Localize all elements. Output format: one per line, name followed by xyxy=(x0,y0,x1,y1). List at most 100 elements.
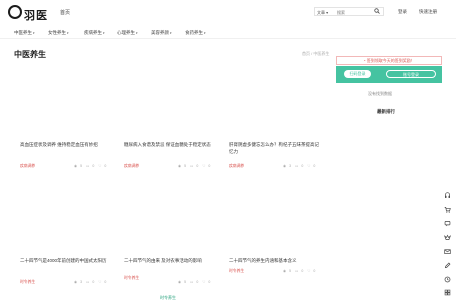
service-icon[interactable] xyxy=(444,192,451,199)
like-count: 0 xyxy=(104,164,107,168)
cart-icon[interactable] xyxy=(444,206,451,213)
ranking-title: 最新排行 xyxy=(377,109,395,114)
article-title[interactable]: 二十四节气的由来 及对农事活动的影响 xyxy=(124,257,214,264)
like-count: 0 xyxy=(313,164,316,168)
edit-icon[interactable] xyxy=(444,262,451,269)
eye-icon: ◉ xyxy=(74,280,78,284)
home-link[interactable]: 首页 xyxy=(60,9,70,16)
breadcrumb[interactable]: 首页 / 中医养生 xyxy=(302,51,329,57)
nav-label: 女性养生 xyxy=(48,30,66,35)
view-count: 5 xyxy=(289,269,292,273)
view-count: 3 xyxy=(80,280,83,284)
no-data-text: 没有找到数据 xyxy=(368,91,392,96)
like-count: 0 xyxy=(208,280,211,284)
signin-notice-text: 签到领取今天的签到奖励！ xyxy=(366,58,415,63)
nav-label: 心理养生 xyxy=(117,30,135,35)
nav-item-mind[interactable]: 心理养生▾ xyxy=(117,30,138,36)
view-count: 5 xyxy=(184,164,187,168)
comment-count: 0 xyxy=(92,164,95,168)
page-title: 中医养生 xyxy=(14,50,46,59)
nav-label: 食药养生 xyxy=(185,30,203,35)
chevron-down-icon: ▾ xyxy=(136,31,138,35)
heart-icon: ♡ xyxy=(98,280,102,284)
bell-icon: ◔ xyxy=(363,58,366,63)
heart-icon: ♡ xyxy=(98,164,102,168)
nav-item-beauty[interactable]: 美容养颜▾ xyxy=(151,30,172,36)
article-category[interactable]: 时令养生 xyxy=(124,276,139,281)
view-count: 3 xyxy=(289,164,292,168)
article-category[interactable]: 疾病调养 xyxy=(124,164,139,169)
comment-count: 0 xyxy=(301,164,304,168)
eye-icon: ◉ xyxy=(283,269,287,273)
article-category[interactable]: 时令养生 xyxy=(229,269,244,274)
heart-icon: ♡ xyxy=(202,280,206,284)
article-meta: ◉ 5 ▭ 0 ♡ 0 xyxy=(74,164,109,168)
nav-label: 疾病养生 xyxy=(84,30,102,35)
comment-icon: ▭ xyxy=(86,164,90,168)
heart-icon: ♡ xyxy=(202,164,206,168)
view-count: 5 xyxy=(184,280,187,284)
like-count: 0 xyxy=(104,280,107,284)
site-logo[interactable]: 羽医 xyxy=(24,7,48,23)
grid-icon[interactable] xyxy=(444,289,451,296)
message-icon[interactable] xyxy=(444,220,451,227)
comment-count: 0 xyxy=(301,269,304,273)
chevron-down-icon: ▾ xyxy=(67,31,69,35)
account-login-button[interactable]: 账号登录 xyxy=(386,70,436,78)
article-meta: ◉ 3 ▭ 0 ♡ 0 xyxy=(283,164,318,168)
nav-item-women[interactable]: 女性养生▾ xyxy=(48,30,69,36)
nav-item-tcm[interactable]: 中医养生▾ xyxy=(14,30,35,36)
heart-icon: ♡ xyxy=(307,164,311,168)
article-title[interactable]: 肝肾阴虚多健忘怎么办？枸杞子五味茶提高记忆力 xyxy=(229,141,319,155)
comment-icon: ▭ xyxy=(295,269,299,273)
article-title[interactable]: 二十四节气是4000年前创建的中国式太阳历 xyxy=(20,257,110,264)
comment-icon: ▭ xyxy=(190,280,194,284)
nav-label: 中医养生 xyxy=(14,30,32,35)
eye-icon: ◉ xyxy=(178,280,182,284)
chevron-down-icon: ▾ xyxy=(33,31,35,35)
logo-icon[interactable] xyxy=(8,5,22,19)
nav-item-disease[interactable]: 疾病养生▾ xyxy=(84,30,105,36)
heart-icon: ♡ xyxy=(307,269,311,273)
chevron-down-icon: ▾ xyxy=(170,31,172,35)
article-meta: ◉ 5 ▭ 0 ♡ 0 xyxy=(283,269,318,273)
category-tag[interactable]: 时令养生 xyxy=(160,295,176,301)
article-category[interactable]: 时令养生 xyxy=(20,280,35,285)
chevron-down-icon: ▾ xyxy=(103,31,105,35)
qr-login-button[interactable]: 扫码登录 xyxy=(344,70,371,78)
search-type-label: 文章 xyxy=(317,9,325,15)
floating-toolbar xyxy=(440,186,456,300)
eye-icon: ◉ xyxy=(283,164,287,168)
article-title[interactable]: 二十四节气的养生内涵和基本含义 xyxy=(229,257,319,264)
article-category[interactable]: 疾病调养 xyxy=(229,164,244,169)
eye-icon: ◉ xyxy=(178,164,182,168)
nav-item-food[interactable]: 食药养生▾ xyxy=(185,30,206,36)
nav-divider xyxy=(0,38,456,39)
search-icon[interactable] xyxy=(374,8,380,14)
comment-icon: ▭ xyxy=(295,164,299,168)
nav-label: 美容养颜 xyxy=(151,30,169,35)
article-meta: ◉ 3 ▭ 0 ♡ 0 xyxy=(74,280,109,284)
comment-count: 0 xyxy=(92,280,95,284)
mail-icon[interactable] xyxy=(444,248,451,255)
like-count: 0 xyxy=(313,269,316,273)
signin-notice[interactable]: ◔ 签到领取今天的签到奖励！ xyxy=(336,56,442,65)
chevron-down-icon: ▾ xyxy=(204,31,206,35)
register-link[interactable]: 快速注册 xyxy=(419,9,437,15)
search-type-select[interactable]: 文章 ▾ xyxy=(317,10,328,16)
eye-icon: ◉ xyxy=(74,164,78,168)
vip-icon[interactable] xyxy=(444,234,451,241)
comment-count: 0 xyxy=(196,164,199,168)
article-meta: ◉ 5 ▭ 0 ♡ 0 xyxy=(178,164,213,168)
main-nav: 中医养生▾ 女性养生▾ 疾病养生▾ 心理养生▾ 美容养颜▾ 食药养生▾ xyxy=(0,26,456,38)
comment-icon: ▭ xyxy=(190,164,194,168)
comment-icon: ▭ xyxy=(86,280,90,284)
history-icon[interactable] xyxy=(444,276,451,283)
login-link[interactable]: 登录 xyxy=(398,9,407,15)
article-title[interactable]: 高血压症状及调养 维持稳定血压有妙招 xyxy=(20,141,110,148)
article-category[interactable]: 疾病调养 xyxy=(20,164,35,169)
article-title[interactable]: 糖尿病入食谱及禁忌 保证血糖处于稳定状态 xyxy=(124,141,214,148)
comment-count: 0 xyxy=(196,280,199,284)
search-input[interactable] xyxy=(337,9,377,15)
view-count: 5 xyxy=(80,164,83,168)
